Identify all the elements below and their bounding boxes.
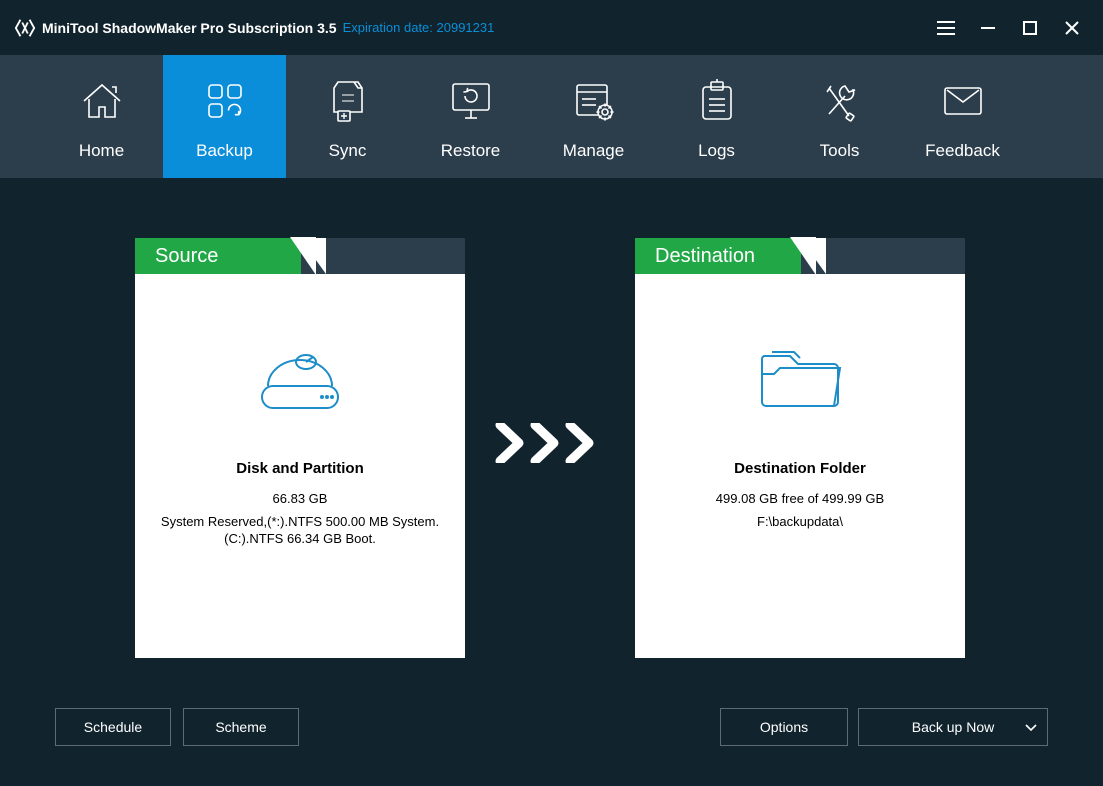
title-bar: MiniTool ShadowMaker Pro Subscription 3.… bbox=[0, 0, 1103, 55]
nav-label: Tools bbox=[820, 141, 860, 161]
nav-label: Feedback bbox=[925, 141, 1000, 161]
manage-icon bbox=[572, 77, 616, 125]
source-size: 66.83 GB bbox=[135, 491, 465, 506]
destination-tab-header: Destination bbox=[635, 238, 965, 274]
tools-icon bbox=[819, 77, 861, 125]
menu-button[interactable] bbox=[925, 0, 967, 55]
feedback-icon bbox=[941, 77, 985, 125]
backup-icon bbox=[203, 77, 247, 125]
nav-label: Sync bbox=[329, 141, 367, 161]
nav-label: Backup bbox=[196, 141, 253, 161]
sync-icon bbox=[330, 77, 366, 125]
nav-label: Logs bbox=[698, 141, 735, 161]
nav-label: Restore bbox=[441, 141, 501, 161]
nav-feedback[interactable]: Feedback bbox=[901, 55, 1024, 178]
nav-tools[interactable]: Tools bbox=[778, 55, 901, 178]
destination-tab-label: Destination bbox=[635, 238, 801, 274]
destination-panel[interactable]: Destination Destination Folder 499.08 GB… bbox=[635, 238, 965, 658]
destination-title: Destination Folder bbox=[635, 460, 965, 477]
source-title: Disk and Partition bbox=[135, 460, 465, 477]
button-label: Schedule bbox=[84, 719, 142, 735]
destination-free: 499.08 GB free of 499.99 GB bbox=[635, 491, 965, 506]
schedule-button[interactable]: Schedule bbox=[55, 708, 171, 746]
minimize-button[interactable] bbox=[967, 0, 1009, 55]
source-tab-header: Source bbox=[135, 238, 465, 274]
button-label: Options bbox=[760, 719, 808, 735]
source-panel[interactable]: Source Disk and Partition 66.83 GB Syste… bbox=[135, 238, 465, 658]
nav-backup[interactable]: Backup bbox=[163, 55, 286, 178]
backup-now-button[interactable]: Back up Now bbox=[858, 708, 1048, 746]
options-button[interactable]: Options bbox=[720, 708, 848, 746]
scheme-button[interactable]: Scheme bbox=[183, 708, 299, 746]
app-title: MiniTool ShadowMaker Pro Subscription 3.… bbox=[42, 20, 337, 36]
logs-icon bbox=[697, 77, 737, 125]
nav-home[interactable]: Home bbox=[40, 55, 163, 178]
nav-sync[interactable]: Sync bbox=[286, 55, 409, 178]
disk-icon bbox=[135, 334, 465, 414]
home-icon bbox=[80, 77, 124, 125]
destination-path: F:\backupdata\ bbox=[635, 514, 965, 529]
nav-label: Home bbox=[79, 141, 124, 161]
arrow-icon bbox=[495, 423, 605, 468]
source-detail-1: System Reserved,(*:).NTFS 500.00 MB Syst… bbox=[135, 514, 465, 529]
main-nav: Home Backup Sync bbox=[0, 55, 1103, 178]
nav-label: Manage bbox=[563, 141, 624, 161]
close-button[interactable] bbox=[1051, 0, 1093, 55]
expiration-label: Expiration date: 20991231 bbox=[343, 20, 495, 35]
app-logo-icon bbox=[14, 17, 36, 39]
button-label: Scheme bbox=[215, 719, 266, 735]
source-detail-2: (C:).NTFS 66.34 GB Boot. bbox=[135, 531, 465, 546]
folder-icon bbox=[635, 334, 965, 414]
nav-manage[interactable]: Manage bbox=[532, 55, 655, 178]
button-label: Back up Now bbox=[912, 719, 994, 735]
source-tab-label: Source bbox=[135, 238, 301, 274]
maximize-button[interactable] bbox=[1009, 0, 1051, 55]
main-content: Source Disk and Partition 66.83 GB Syste… bbox=[0, 178, 1103, 786]
nav-logs[interactable]: Logs bbox=[655, 55, 778, 178]
chevron-down-icon bbox=[1025, 719, 1037, 735]
nav-restore[interactable]: Restore bbox=[409, 55, 532, 178]
restore-icon bbox=[449, 77, 493, 125]
